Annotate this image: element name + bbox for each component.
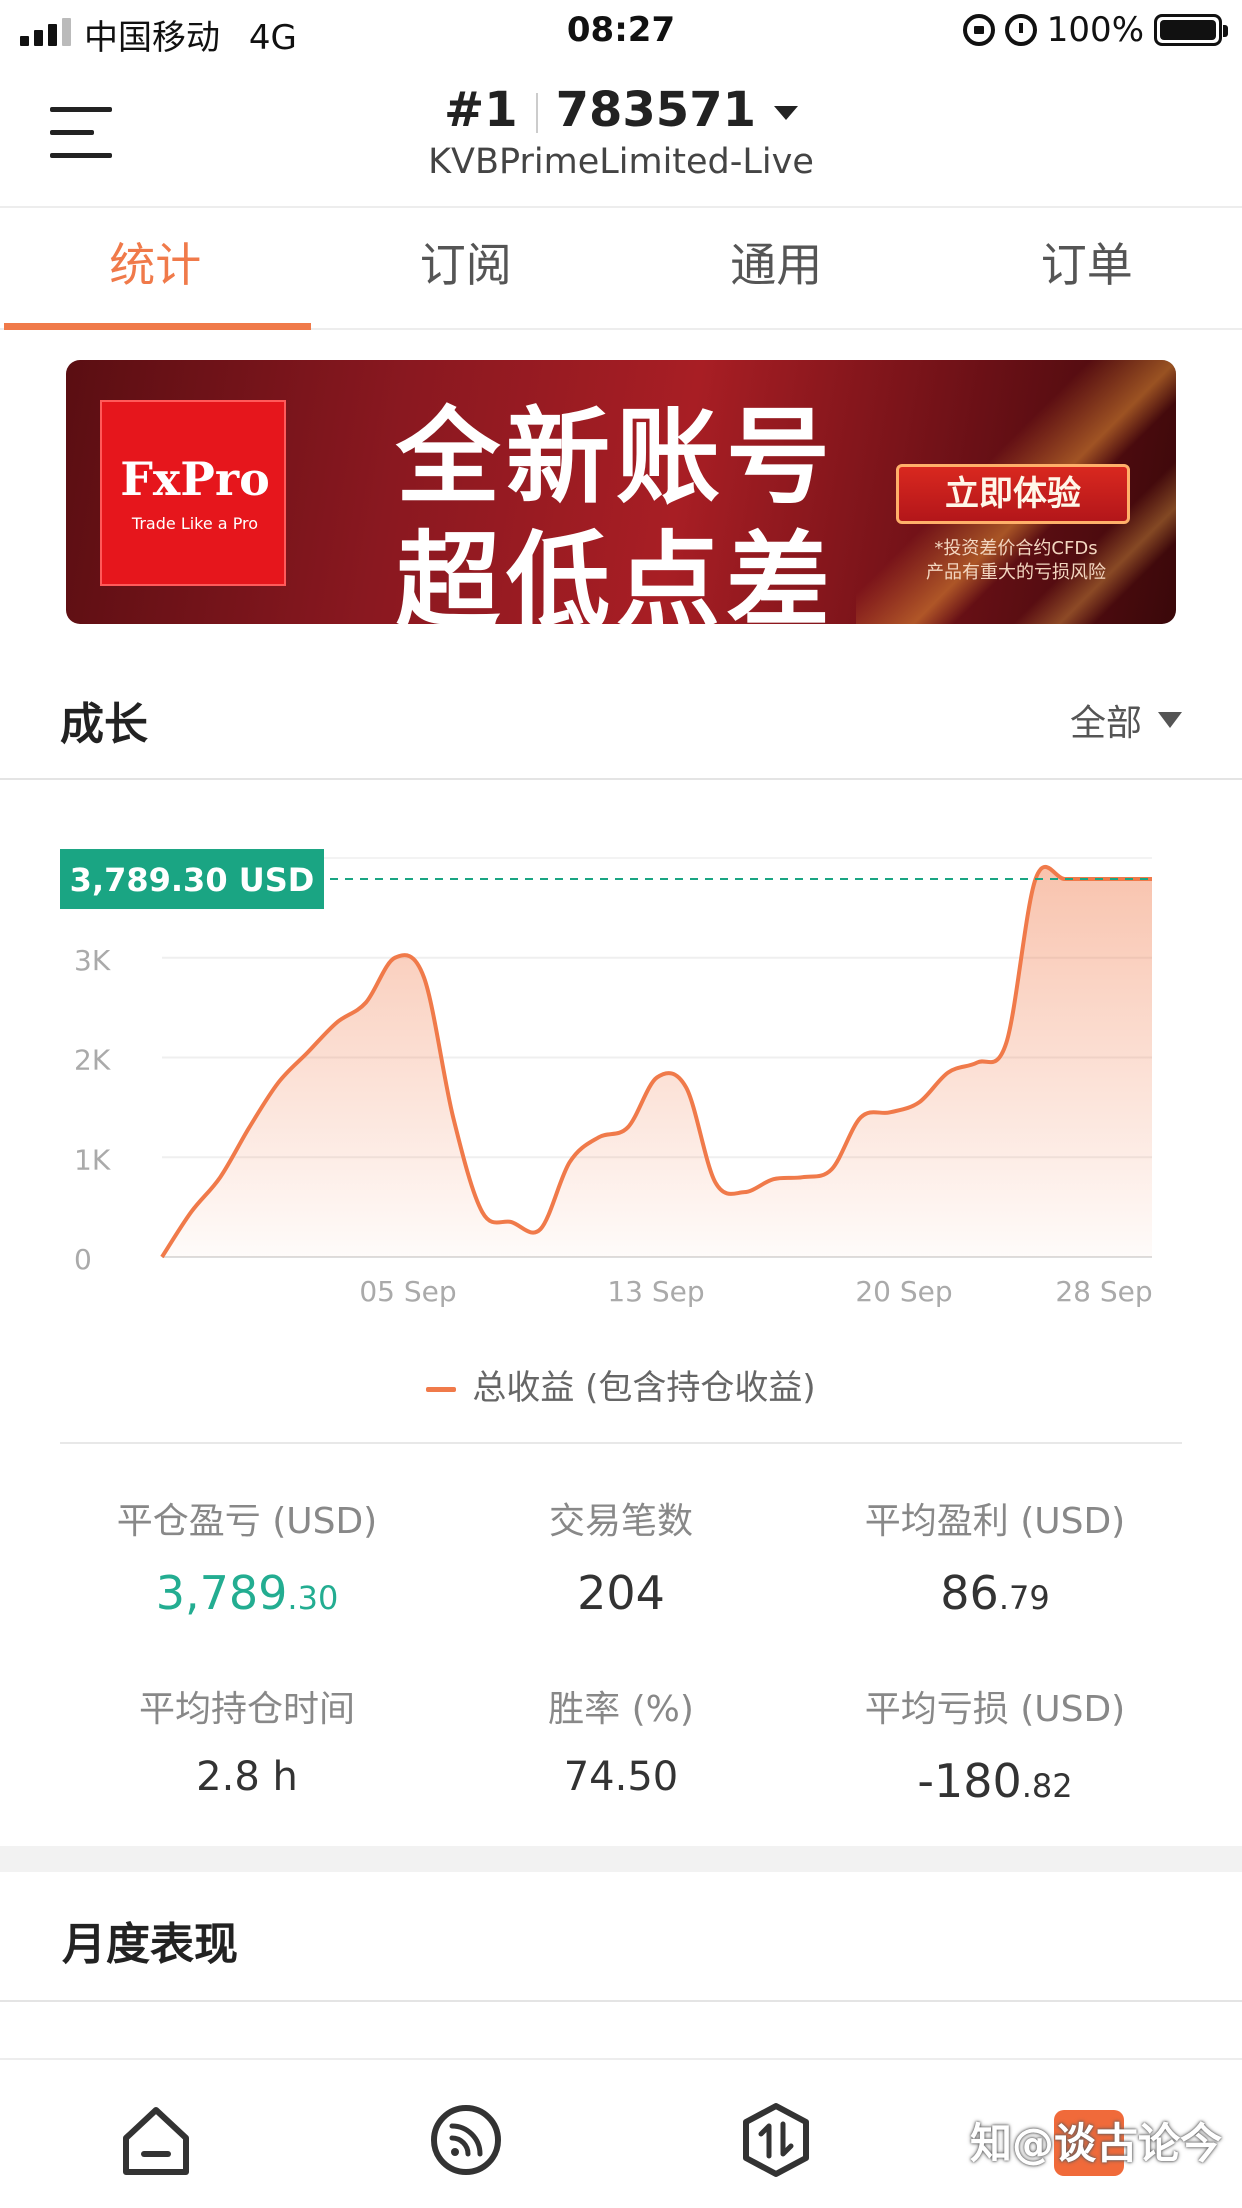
tab-orders[interactable]: 订单 [932, 210, 1242, 328]
stat-closed-pnl: 平仓盈亏 (USD) 3,789.30 [40, 1492, 454, 1620]
stat-avg-loss: 平均亏损 (USD) -180.82 [788, 1680, 1202, 1808]
tab-bar: 统计 订阅 通用 订单 [0, 210, 1242, 330]
legend-swatch [426, 1387, 457, 1392]
account-index: #1 [443, 82, 518, 138]
y-tick-label: 2K [74, 1044, 111, 1077]
growth-chart-svg: 0 1K 2K 3K 3,789.30 USD 05 Sep 13 Sep 20 Sep 28 … [60, 849, 1153, 1308]
rss-icon [431, 2105, 501, 2175]
stat-value: -180.82 [788, 1754, 1202, 1808]
nav-signals[interactable] [426, 2100, 506, 2180]
stat-win-rate: 胜率 (%) 74.50 [414, 1680, 828, 1800]
stat-value: 74.50 [414, 1754, 828, 1800]
trade-arrows-icon [743, 2103, 809, 2177]
stat-label: 平均盈利 (USD) [864, 1501, 1126, 1542]
stat-avg-hold-time: 平均持仓时间 2.8 h [40, 1680, 454, 1800]
stat-avg-profit: 平均盈利 (USD) 86.79 [788, 1492, 1202, 1620]
logo-name: FxPro [120, 452, 270, 506]
alarm-icon [1004, 14, 1037, 46]
stat-value: 204 [414, 1566, 828, 1620]
stat-value-int: -180 [917, 1754, 1022, 1808]
banner-headline-2: 超低点差 [396, 520, 837, 624]
title-separator [535, 93, 538, 133]
banner-risk-note-1: *投资差价合约CFDs [934, 538, 1098, 559]
status-bar: 中国移动 4G 08:27 100% [0, 0, 1242, 62]
y-tick-label: 1K [74, 1143, 111, 1176]
stat-value-int: 74.50 [563, 1754, 679, 1800]
stat-value-int: 86 [940, 1566, 999, 1620]
series-area [162, 866, 1152, 1257]
y-tick-label: 3K [74, 944, 111, 977]
account-number: 783571 [555, 82, 756, 138]
stat-value-int: 3,789 [155, 1566, 288, 1620]
stat-trade-count: 交易笔数 204 [414, 1492, 828, 1620]
x-tick-label: 13 Sep [607, 1275, 704, 1308]
section-divider [0, 2000, 1242, 2002]
tab-subscribe[interactable]: 订阅 [311, 210, 622, 328]
growth-chart: 0 1K 2K 3K 3,789.30 USD 05 Sep 13 Sep 20 Sep 28 … [0, 790, 1242, 1530]
stat-label: 交易笔数 [548, 1501, 693, 1542]
battery-icon [1154, 14, 1228, 46]
account-selector[interactable]: #1 783571 [0, 82, 1242, 138]
battery-percent: 100% [1046, 10, 1144, 50]
bottom-nav: 知@谈古论今 [0, 2058, 1242, 2208]
current-value-label: 3,789.30 USD [70, 861, 315, 899]
triangle-down-icon [1158, 712, 1182, 728]
section-divider [60, 1442, 1182, 1444]
tab-general[interactable]: 通用 [621, 210, 932, 328]
fxpro-logo: FxPro Trade Like a Pro [100, 400, 286, 586]
nav-trade[interactable] [736, 2100, 816, 2180]
home-icon [123, 2107, 189, 2175]
range-dropdown[interactable]: 全部 [1070, 694, 1182, 746]
status-right: 100% [962, 10, 1228, 50]
stat-value: 86.79 [788, 1566, 1202, 1620]
section-gap [0, 1846, 1242, 1872]
stat-value: 3,789.30 [40, 1566, 454, 1620]
stat-label: 平均持仓时间 [138, 1689, 355, 1730]
stat-value: 2.8 h [40, 1754, 454, 1800]
app-header: #1 783571 KVBPrimeLimited-Live [0, 62, 1242, 208]
caret-down-icon [774, 106, 798, 120]
rotation-lock-icon [962, 14, 995, 46]
stat-value-dec: .30 [287, 1579, 339, 1617]
x-tick-label: 20 Sep [855, 1275, 952, 1308]
banner-risk-note-2: 产品有重大的亏损风险 [926, 562, 1106, 583]
y-tick-label: 0 [74, 1243, 92, 1276]
chart-legend[interactable]: 总收益 (包含持仓收益) [0, 1360, 1242, 1409]
legend-label: 总收益 (包含持仓收益) [472, 1368, 816, 1408]
banner-cta-button[interactable]: 立即体验 [896, 464, 1130, 524]
tab-statistics[interactable]: 统计 [0, 210, 311, 330]
x-tick-label: 05 Sep [359, 1275, 456, 1308]
nav-home[interactable] [116, 2100, 196, 2180]
stat-value-int: 204 [577, 1566, 665, 1620]
stat-value-dec: .79 [998, 1579, 1050, 1617]
growth-section-header: 成长 全部 [0, 660, 1242, 780]
stat-label: 平仓盈亏 (USD) [116, 1501, 378, 1542]
monthly-performance-title: 月度表现 [62, 1919, 238, 1970]
promo-banner[interactable]: FxPro Trade Like a Pro 全新账号 超低点差 立即体验 *投… [66, 360, 1176, 624]
range-value: 全部 [1069, 703, 1142, 744]
watermark-text: 知@谈古论今 [970, 2119, 1223, 2168]
broker-server: KVBPrimeLimited-Live [428, 142, 814, 182]
stat-value-int: 2.8 h [196, 1754, 298, 1800]
logo-tagline: Trade Like a Pro [131, 514, 259, 533]
stat-value-dec: .82 [1021, 1767, 1073, 1805]
x-tick-label: 28 Sep [1055, 1275, 1152, 1308]
stat-label: 胜率 (%) [548, 1689, 694, 1730]
stat-label: 平均亏损 (USD) [864, 1689, 1126, 1730]
growth-title: 成长 [60, 699, 148, 750]
